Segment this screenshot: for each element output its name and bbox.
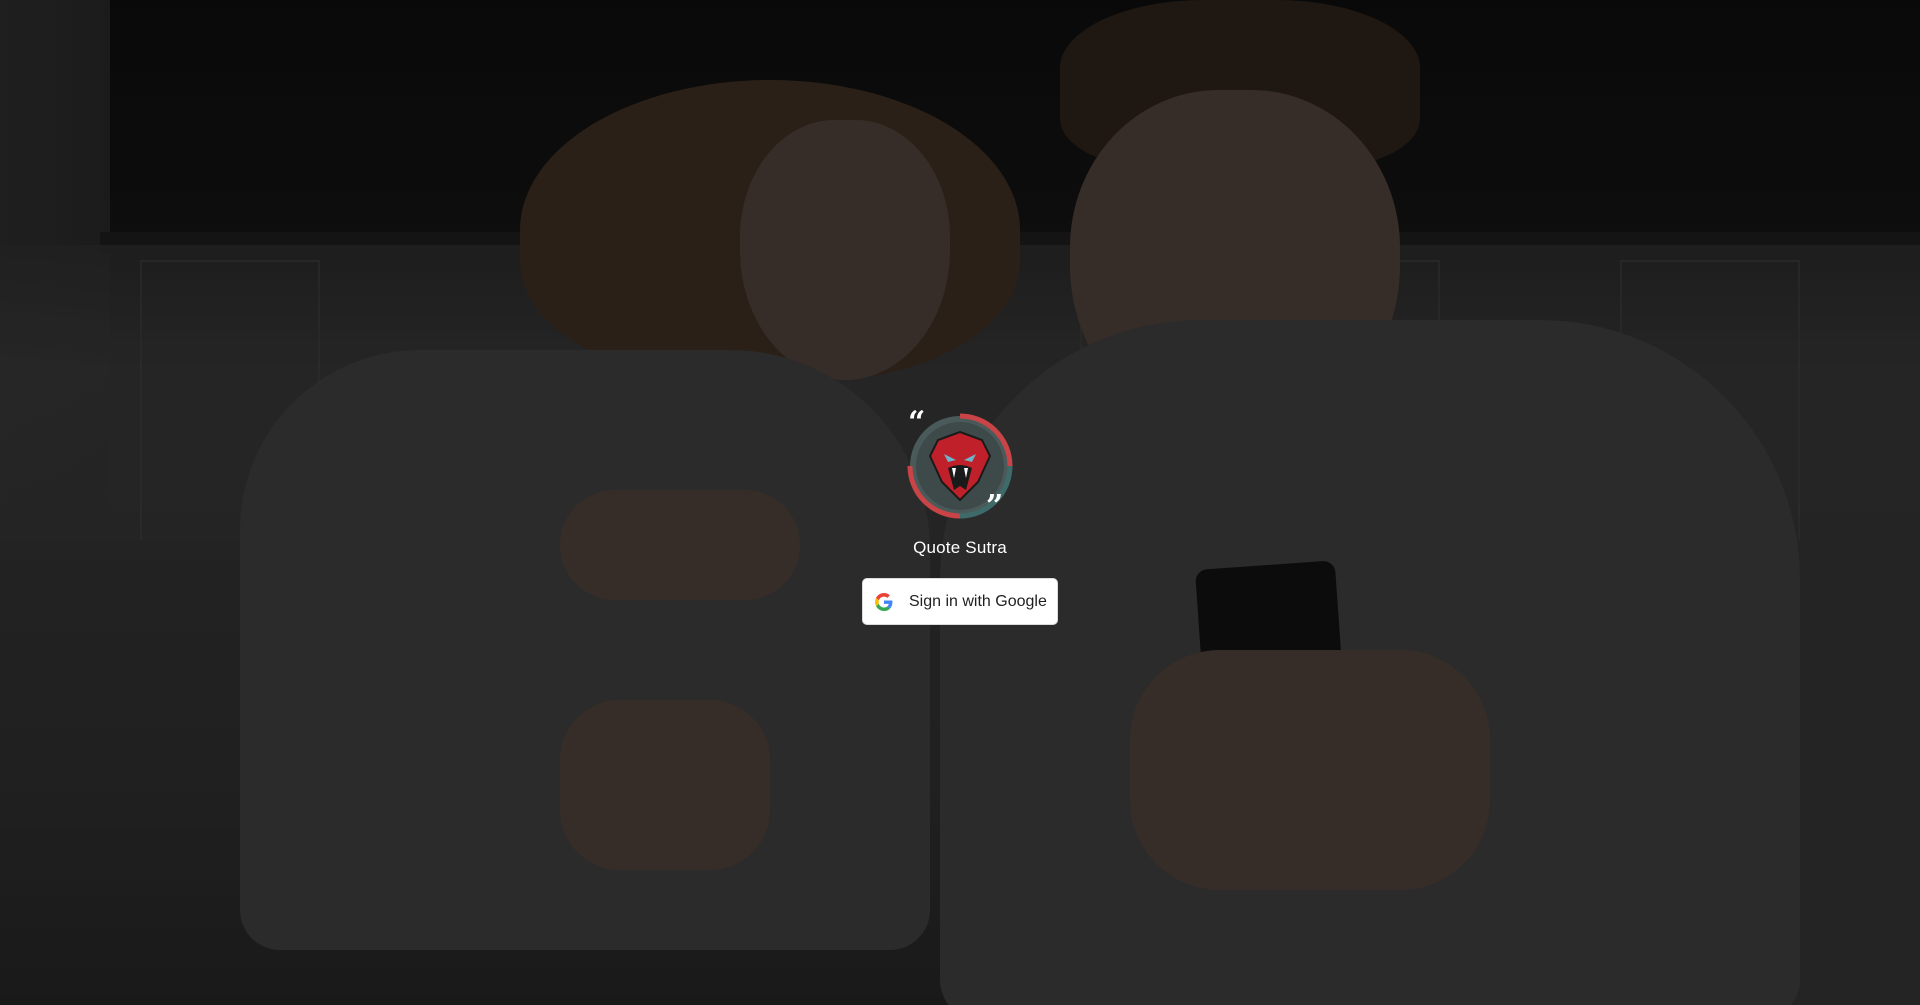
google-signin-button[interactable]: Sign in with Google [862,578,1058,625]
svg-text:“: “ [908,410,925,440]
login-panel: “ ” Quote Sutra Sign in with Google [0,405,1920,625]
cobra-quote-logo: “ ” [904,405,1016,524]
app-title: Quote Sutra [913,538,1007,557]
google-signin-label: Sign in with Google [909,592,1047,610]
svg-text:”: ” [986,489,1003,522]
google-g-icon [875,592,893,611]
